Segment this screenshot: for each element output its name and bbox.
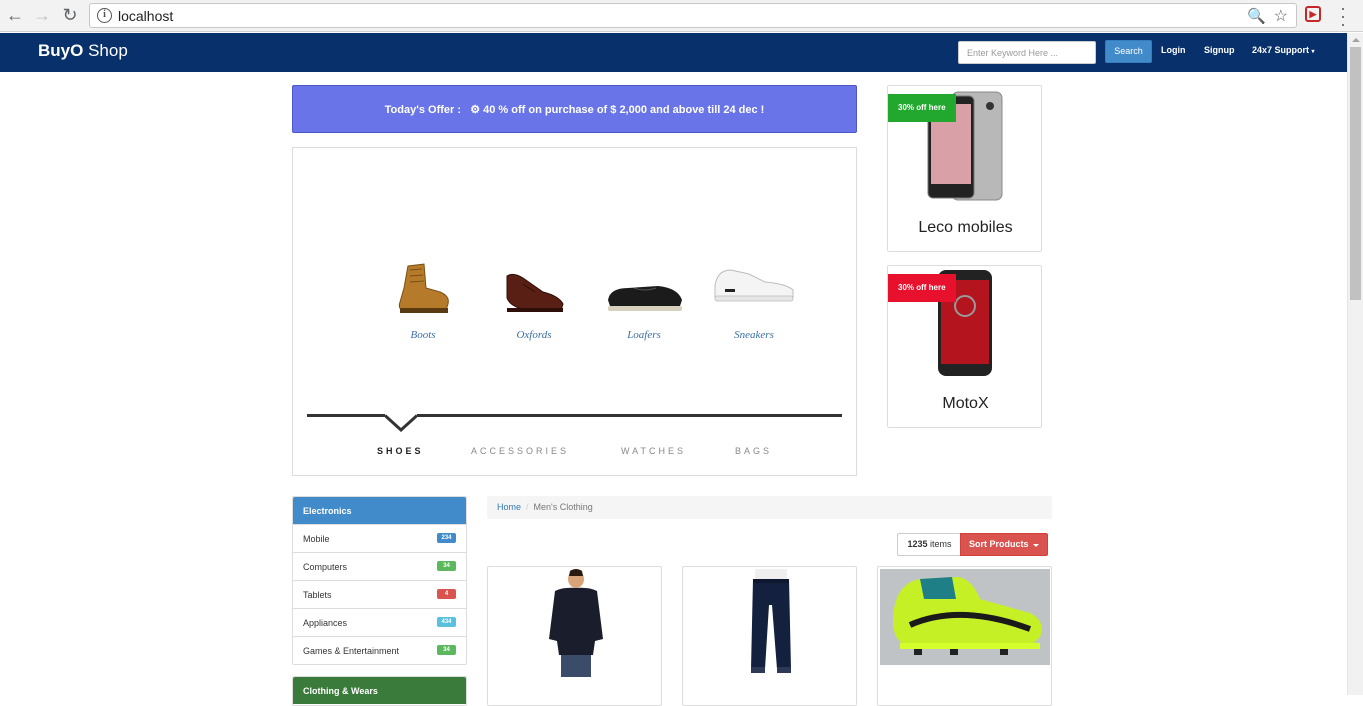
carousel-item-label: Oxfords: [516, 329, 552, 341]
breadcrumb-separator: /: [526, 502, 529, 512]
carousel-item-sneakers[interactable]: Sneakers: [709, 258, 799, 341]
forward-icon[interactable]: →: [31, 5, 53, 25]
product-card-shirt[interactable]: [487, 566, 662, 706]
breadcrumb-home-link[interactable]: Home: [497, 502, 521, 512]
site-navbar: BuyO Shop Enter Keyword Here ... Search …: [0, 33, 1347, 72]
ad-title: MotoX: [942, 395, 989, 412]
tab-watches[interactable]: WATCHES: [621, 446, 686, 456]
carousel-item-loafers[interactable]: Loafers: [599, 258, 689, 341]
offer-text: 40 % off on purchase of $ 2,000 and abov…: [483, 104, 765, 116]
sneaker-image: [714, 269, 794, 302]
ad-title: Leco mobiles: [918, 219, 1013, 236]
carousel-item-oxfords[interactable]: Oxfords: [489, 258, 579, 341]
sidebar-item-label: Appliances: [303, 618, 348, 628]
search-button[interactable]: Search: [1105, 40, 1152, 63]
info-icon[interactable]: i: [97, 8, 112, 23]
scroll-up-icon[interactable]: [1352, 38, 1360, 42]
back-icon[interactable]: ←: [4, 5, 26, 25]
brand-logo[interactable]: BuyO Shop: [38, 41, 128, 61]
loafer-image: [608, 286, 682, 311]
carousel-item-label: Loafers: [627, 329, 661, 341]
sidebar-item-computers[interactable]: Computers 34: [293, 552, 466, 580]
count-badge: 234: [437, 533, 456, 543]
count-badge: 34: [437, 645, 456, 655]
extension-icon[interactable]: ▶: [1305, 6, 1321, 22]
ad-card-leco[interactable]: 30% off here Leco mobiles: [887, 85, 1042, 252]
support-dropdown[interactable]: 24x7 Support ▾: [1252, 45, 1315, 55]
ad-badge: 30% off here: [888, 94, 956, 122]
electronics-panel-title: Electronics: [293, 497, 466, 524]
sidebar-item-label: Tablets: [303, 590, 332, 600]
product-card-football-boot[interactable]: [877, 566, 1052, 706]
sidebar-item-label: Computers: [303, 562, 348, 572]
sidebar-item-mobile[interactable]: Mobile 234: [293, 524, 466, 552]
electronics-panel: Electronics Mobile 234 Computers 34 Tabl…: [292, 496, 467, 665]
count-badge: 4: [437, 589, 456, 599]
brand-rest: Shop: [83, 41, 128, 60]
reload-icon[interactable]: ↻: [59, 5, 81, 25]
clothing-panel-title: Clothing & Wears: [293, 677, 466, 704]
ad-badge: 30% off here: [888, 274, 956, 302]
support-label: 24x7 Support: [1252, 45, 1310, 55]
url-text: localhost: [118, 8, 174, 24]
bookmark-star-icon[interactable]: ☆: [1274, 6, 1288, 26]
sidebar-item-appliances[interactable]: Appliances 434: [293, 608, 466, 636]
tab-indicator-notch: [385, 414, 417, 432]
tab-accessories[interactable]: ACCESSORIES: [471, 446, 569, 456]
browser-toolbar: ← → ↻ i localhost 🔍 ☆ ▶ · · ·: [0, 0, 1363, 33]
sidebar-item-games[interactable]: Games & Entertainment 34: [293, 636, 466, 664]
login-link[interactable]: Login: [1161, 45, 1186, 55]
category-tabs: SHOES ACCESSORIES WATCHES BAGS: [293, 446, 858, 460]
sidebar-item-label: Games & Entertainment: [303, 646, 400, 656]
shirt-product-image: [549, 569, 603, 677]
boot-image: [398, 263, 449, 313]
ad-card-motox[interactable]: 30% off here MotoX: [887, 265, 1042, 428]
signup-link[interactable]: Signup: [1204, 45, 1235, 55]
sort-label: Sort Products: [969, 539, 1029, 549]
carousel-item-boots[interactable]: Boots: [378, 258, 468, 341]
items-count-unit: items: [927, 539, 952, 549]
tab-bags[interactable]: BAGS: [735, 446, 772, 456]
football-boot-product-image: [880, 569, 1050, 665]
jeans-product-image: [751, 569, 791, 673]
browser-menu-icon[interactable]: · · ·: [1338, 0, 1348, 33]
items-count: 1235 items: [897, 533, 961, 556]
search-input[interactable]: Enter Keyword Here ...: [958, 41, 1096, 64]
breadcrumb-current: Men's Clothing: [533, 502, 593, 512]
category-carousel: Boots Oxfords Loafers Sneakers SHOES ACC…: [292, 147, 857, 476]
zoom-icon[interactable]: 🔍: [1247, 7, 1266, 25]
offer-label: Today's Offer :: [384, 104, 462, 116]
oxford-shoe-image: [506, 273, 564, 312]
gear-icon: ⚙: [470, 104, 481, 116]
sidebar-item-tablets[interactable]: Tablets 4: [293, 580, 466, 608]
product-card-jeans[interactable]: [682, 566, 857, 706]
scrollbar-thumb[interactable]: [1350, 47, 1361, 300]
carousel-item-label: Sneakers: [734, 329, 774, 341]
sidebar-item-label: Mobile: [303, 534, 330, 544]
caret-down-icon: ▾: [1311, 49, 1315, 55]
breadcrumb: Home / Men's Clothing: [487, 496, 1052, 519]
caret-down-icon: [1033, 544, 1039, 547]
tab-shoes[interactable]: SHOES: [377, 446, 424, 456]
page-scrollbar[interactable]: [1347, 33, 1363, 695]
sort-products-button[interactable]: Sort Products: [960, 533, 1048, 556]
brand-bold: BuyO: [38, 41, 84, 60]
clothing-panel: Clothing & Wears: [292, 676, 467, 706]
offer-banner: Today's Offer : ⚙ 40 % off on purchase o…: [292, 85, 857, 133]
count-badge: 434: [437, 617, 456, 627]
carousel-item-label: Boots: [410, 329, 436, 341]
items-count-number: 1235: [907, 539, 928, 549]
address-bar[interactable]: i localhost 🔍 ☆: [89, 3, 1297, 28]
count-badge: 34: [437, 561, 456, 571]
